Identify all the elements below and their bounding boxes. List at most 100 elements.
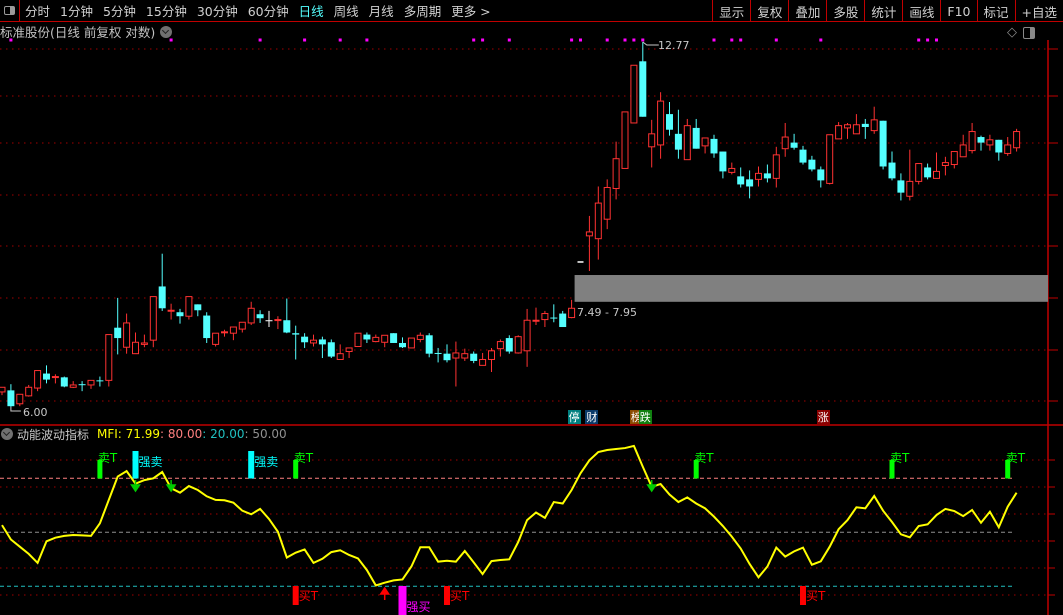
top-marker — [481, 38, 485, 42]
toolbar-button[interactable]: 多股 — [826, 0, 864, 22]
candle-body-up — [906, 180, 914, 197]
candle-body-up — [69, 384, 77, 388]
candle-body-up — [132, 341, 139, 355]
candle-body-up — [826, 134, 834, 184]
strong-buy-label: 强买 — [407, 600, 431, 614]
candle-body-up — [479, 358, 487, 366]
candle-body-down — [505, 338, 513, 352]
top-marker — [641, 38, 645, 42]
top-marker — [258, 38, 262, 42]
candle-body-up — [852, 124, 860, 135]
candle-body-up — [105, 334, 113, 381]
candle-body-down — [746, 179, 754, 187]
candle-body-up — [941, 162, 949, 167]
candle-body-up — [933, 170, 940, 179]
candle-body-up — [496, 341, 504, 350]
period-tab[interactable]: 30分钟 — [192, 1, 243, 20]
toolbar-button[interactable]: 叠加 — [788, 0, 826, 22]
candle-body-down — [327, 342, 335, 357]
candle-body-up — [354, 332, 362, 348]
buy-t-label: 买T — [806, 589, 826, 603]
toolbar-button[interactable]: 标记 — [976, 0, 1015, 22]
candle-body-down — [879, 120, 887, 167]
candle-body-up — [212, 332, 220, 345]
window-toggle-icon[interactable] — [0, 0, 20, 22]
candle-body-up — [221, 331, 228, 334]
period-tab[interactable]: 日线 — [294, 1, 329, 20]
sell-t-label: 卖T — [98, 451, 118, 465]
candle-body-up — [959, 144, 967, 158]
candle-body-up — [568, 307, 576, 319]
diamond-icon[interactable]: ◇ — [1007, 25, 1017, 40]
candle-body-up — [452, 352, 460, 359]
chart-canvas[interactable]: 卖T 强卖 强卖 卖T 买T 强买 买T 卖T 买T 卖T 卖T — [0, 0, 1063, 615]
candle-body-up — [701, 137, 709, 147]
candle-body-up — [51, 376, 59, 379]
period-tab[interactable]: 多周期 — [399, 1, 447, 20]
candle-body-down — [674, 133, 682, 150]
toolbar-button[interactable]: +自选 — [1014, 0, 1063, 22]
candle-body-down — [550, 317, 558, 319]
candle-body-up — [140, 342, 148, 345]
candle-body-up — [167, 309, 175, 312]
period-tab[interactable]: 分时 — [20, 1, 55, 20]
candle-body-up — [488, 350, 495, 360]
candle-body-up — [621, 111, 629, 169]
panel-toggle-icon[interactable] — [1023, 26, 1035, 39]
period-tab[interactable]: 60分钟 — [243, 1, 294, 20]
buy-t-label: 买T — [299, 589, 319, 603]
period-tab[interactable]: 更多 > — [446, 1, 495, 20]
candle-body-up — [594, 202, 602, 240]
candle-body-up — [781, 136, 789, 150]
candle-body-up — [461, 353, 469, 359]
mfi-value: MFI: 71.99 — [97, 427, 161, 441]
toolbar-button[interactable]: 显示 — [712, 0, 750, 22]
candle-body-up — [372, 336, 380, 343]
period-tab[interactable]: 1分钟 — [55, 1, 98, 20]
indicator-dropdown-icon[interactable] — [1, 428, 13, 440]
candle-body-down — [256, 314, 264, 319]
candle-body-down — [114, 327, 122, 339]
period-tab[interactable]: 月线 — [364, 1, 399, 20]
period-tab[interactable]: 15分钟 — [141, 1, 192, 20]
candle-body-up — [683, 125, 691, 161]
candle-body-up — [514, 336, 522, 354]
low-pointer — [10, 407, 21, 412]
event-badge[interactable]: 财 — [585, 410, 599, 424]
candle-body-up — [16, 393, 24, 405]
candle-body-down — [888, 162, 896, 179]
event-badge[interactable]: 涨 — [816, 410, 830, 424]
candle-body-down — [318, 339, 326, 345]
top-marker — [774, 38, 778, 42]
level-80-value: : 80.00 — [160, 427, 203, 441]
toolbar-button[interactable]: F10 — [940, 0, 976, 22]
candle-body-up — [87, 379, 95, 386]
candle-body-up — [541, 313, 549, 321]
candle-body-up — [870, 119, 878, 132]
candle-body-up — [603, 186, 611, 220]
sell-t-label: 卖T — [1006, 451, 1026, 465]
period-tab[interactable]: 周线 — [329, 1, 364, 20]
candle-body-up — [523, 319, 531, 352]
gap-zone — [574, 275, 1048, 302]
candle-body-up — [229, 326, 237, 334]
gap-range-label: 7.49 - 7.95 — [577, 306, 637, 319]
event-badge[interactable]: 跌 — [638, 410, 652, 424]
top-marker — [730, 38, 734, 42]
candle-body-down — [43, 373, 50, 380]
indicator-name[interactable]: 动能波动指标 — [17, 426, 89, 443]
candle-body-up — [657, 100, 665, 146]
top-marker — [819, 38, 823, 42]
candle-body-down — [763, 173, 771, 179]
event-badge[interactable]: 停 — [567, 410, 581, 424]
candle-body-up — [336, 353, 344, 360]
candle-body-down — [710, 138, 718, 154]
toolbar-button[interactable]: 复权 — [750, 0, 788, 22]
toolbar-button[interactable]: 画线 — [902, 0, 940, 22]
dropdown-icon[interactable] — [160, 25, 173, 38]
toolbar-button[interactable]: 统计 — [864, 0, 902, 22]
candle-body-down — [434, 352, 442, 354]
period-tab[interactable]: 5分钟 — [98, 1, 141, 20]
candle-body-down — [283, 320, 291, 333]
candle-body-doji — [265, 320, 273, 322]
